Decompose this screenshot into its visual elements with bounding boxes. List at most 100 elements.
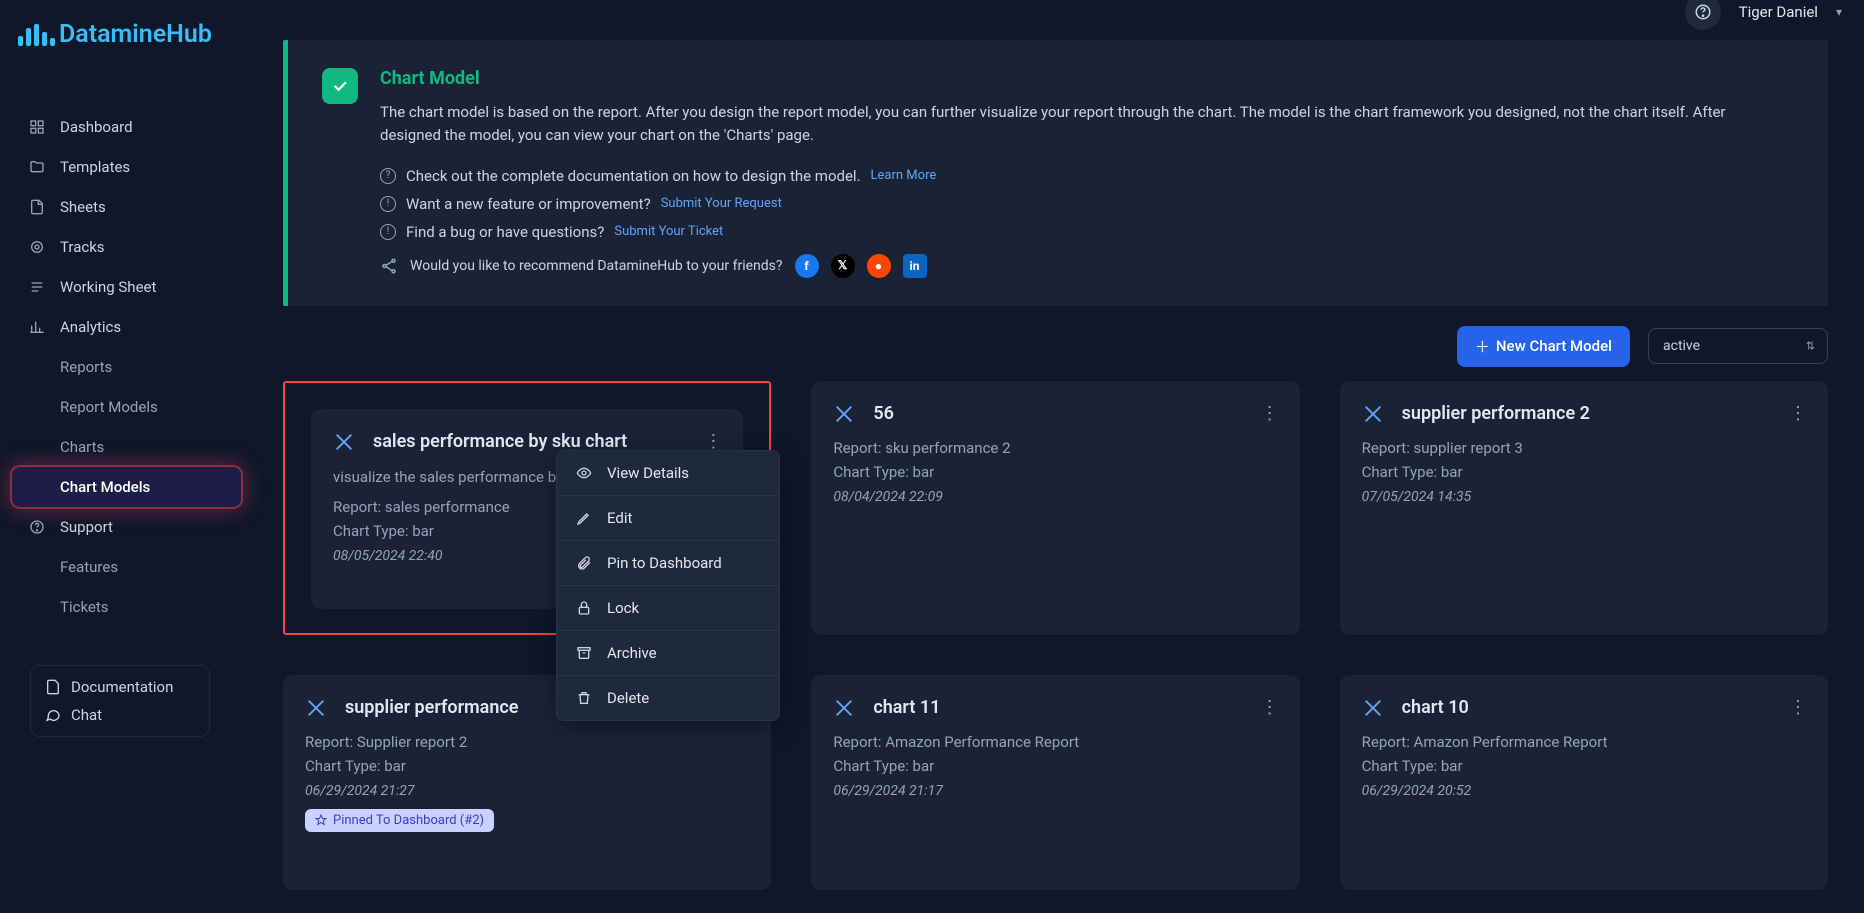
sidebar-item-label: Charts [60, 438, 104, 456]
menu-label: Delete [607, 689, 649, 707]
chevron-down-icon[interactable]: ▾ [1836, 5, 1842, 19]
card-type: Chart Type: bar [833, 757, 1277, 775]
info-icon: ? [380, 168, 396, 184]
share-icon [380, 257, 398, 275]
sidebar-item-report-models[interactable]: Report Models [12, 387, 241, 427]
card-menu-icon[interactable]: ⋮ [1789, 403, 1808, 424]
card-title: chart 10 [1402, 697, 1469, 718]
menu-label: Archive [607, 644, 657, 662]
user-name[interactable]: Tiger Daniel [1739, 3, 1818, 21]
card-type: Chart Type: bar [833, 463, 1277, 481]
sidebar-item-charts[interactable]: Charts [12, 427, 241, 467]
sidebar-item-label: Working Sheet [60, 278, 156, 296]
chart-icon [28, 318, 46, 336]
chart-model-card[interactable]: chart 11 ⋮ Report: Amazon Performance Re… [811, 675, 1299, 890]
app-logo[interactable]: DatamineHub [0, 16, 253, 67]
sidebar-item-templates[interactable]: Templates [12, 147, 241, 187]
sidebar-item-reports[interactable]: Reports [12, 347, 241, 387]
sidebar-item-label: Chart Models [60, 478, 150, 496]
info-banner: Chart Model The chart model is based on … [283, 40, 1828, 306]
sidebar-documentation[interactable]: Documentation [45, 678, 195, 696]
card-type: Chart Type: bar [1362, 757, 1806, 775]
submit-ticket-link[interactable]: Submit Your Ticket [614, 224, 723, 239]
paperclip-icon [575, 554, 593, 572]
list-icon [28, 278, 46, 296]
design-icon [833, 403, 855, 425]
card-report: Report: sku performance 2 [833, 439, 1277, 457]
sidebar-item-label: Analytics [60, 318, 121, 336]
card-title: 56 [873, 403, 894, 424]
question-icon [28, 518, 46, 536]
sidebar-item-label: Report Models [60, 398, 158, 416]
sidebar-chat[interactable]: Chat [45, 706, 195, 724]
design-icon [333, 431, 355, 453]
reddit-icon[interactable]: ● [867, 254, 891, 278]
menu-label: Lock [607, 599, 639, 617]
sidebar-item-tickets[interactable]: Tickets [12, 587, 241, 627]
help-icon[interactable] [1685, 0, 1721, 30]
sidebar-item-tracks[interactable]: Tracks [12, 227, 241, 267]
card-report: Report: Amazon Performance Report [833, 733, 1277, 751]
new-chart-model-button[interactable]: ＋ New Chart Model [1457, 326, 1630, 367]
info-icon: ! [380, 196, 396, 212]
share-text: Would you like to recommend DatamineHub … [410, 258, 783, 274]
folder-icon [28, 158, 46, 176]
design-icon [1362, 697, 1384, 719]
app-name: DatamineHub [59, 20, 212, 49]
banner-title: Chart Model [380, 68, 1792, 89]
menu-label: View Details [607, 464, 689, 482]
sidebar-item-features[interactable]: Features [12, 547, 241, 587]
banner-line-text: Find a bug or have questions? [406, 223, 604, 241]
sidebar-item-analytics[interactable]: Analytics [12, 307, 241, 347]
menu-view-details[interactable]: View Details [557, 451, 779, 496]
sidebar-item-support[interactable]: Support [12, 507, 241, 547]
menu-archive[interactable]: Archive [557, 631, 779, 676]
design-icon [833, 697, 855, 719]
info-icon: ! [380, 224, 396, 240]
sidebar-footer: Documentation Chat [30, 665, 210, 737]
card-date: 07/05/2024 14:35 [1362, 489, 1806, 505]
plus-icon: ＋ [1475, 336, 1490, 357]
sidebar-item-sheets[interactable]: Sheets [12, 187, 241, 227]
card-date: 08/04/2024 22:09 [833, 489, 1277, 505]
x-icon[interactable]: 𝕏 [831, 254, 855, 278]
sidebar-item-label: Templates [60, 158, 130, 176]
linkedin-icon[interactable]: in [903, 254, 927, 278]
footer-label: Documentation [71, 678, 173, 696]
sidebar-item-working-sheet[interactable]: Working Sheet [12, 267, 241, 307]
card-menu-icon[interactable]: ⋮ [1261, 403, 1280, 424]
facebook-icon[interactable]: f [795, 254, 819, 278]
menu-lock[interactable]: Lock [557, 586, 779, 631]
card-context-menu: View Details Edit Pin to Dashboard Lock … [556, 450, 780, 721]
sidebar-item-chart-models[interactable]: Chart Models [12, 467, 241, 507]
learn-more-link[interactable]: Learn More [871, 168, 937, 183]
chat-icon [45, 707, 61, 723]
file-icon [28, 198, 46, 216]
card-menu-icon[interactable]: ⋮ [704, 431, 723, 452]
card-menu-icon[interactable]: ⋮ [1261, 697, 1280, 718]
card-date: 06/29/2024 21:27 [305, 783, 749, 799]
chart-model-card[interactable]: chart 10 ⋮ Report: Amazon Performance Re… [1340, 675, 1828, 890]
sidebar-item-dashboard[interactable]: Dashboard [12, 107, 241, 147]
menu-label: Pin to Dashboard [607, 554, 722, 572]
sidebar-item-label: Support [60, 518, 113, 536]
card-menu-icon[interactable]: ⋮ [1789, 697, 1808, 718]
card-report: Report: supplier report 3 [1362, 439, 1806, 457]
card-type: Chart Type: bar [1362, 463, 1806, 481]
doc-icon [45, 679, 61, 695]
submit-request-link[interactable]: Submit Your Request [661, 196, 782, 211]
filter-select[interactable]: active ⇅ [1648, 328, 1828, 364]
card-date: 06/29/2024 20:52 [1362, 783, 1806, 799]
sidebar-item-label: Tracks [60, 238, 105, 256]
menu-delete[interactable]: Delete [557, 676, 779, 720]
logo-icon [18, 24, 55, 46]
eye-icon [575, 464, 593, 482]
button-label: New Chart Model [1496, 337, 1612, 355]
banner-line-text: Check out the complete documentation on … [406, 167, 861, 185]
chart-model-card[interactable]: 56 ⋮ Report: sku performance 2 Chart Typ… [811, 381, 1299, 635]
select-value: active [1663, 338, 1700, 354]
menu-pin[interactable]: Pin to Dashboard [557, 541, 779, 586]
chart-model-card[interactable]: supplier performance 2 ⋮ Report: supplie… [1340, 381, 1828, 635]
menu-edit[interactable]: Edit [557, 496, 779, 541]
pinned-badge: Pinned To Dashboard (#2) [305, 809, 494, 832]
